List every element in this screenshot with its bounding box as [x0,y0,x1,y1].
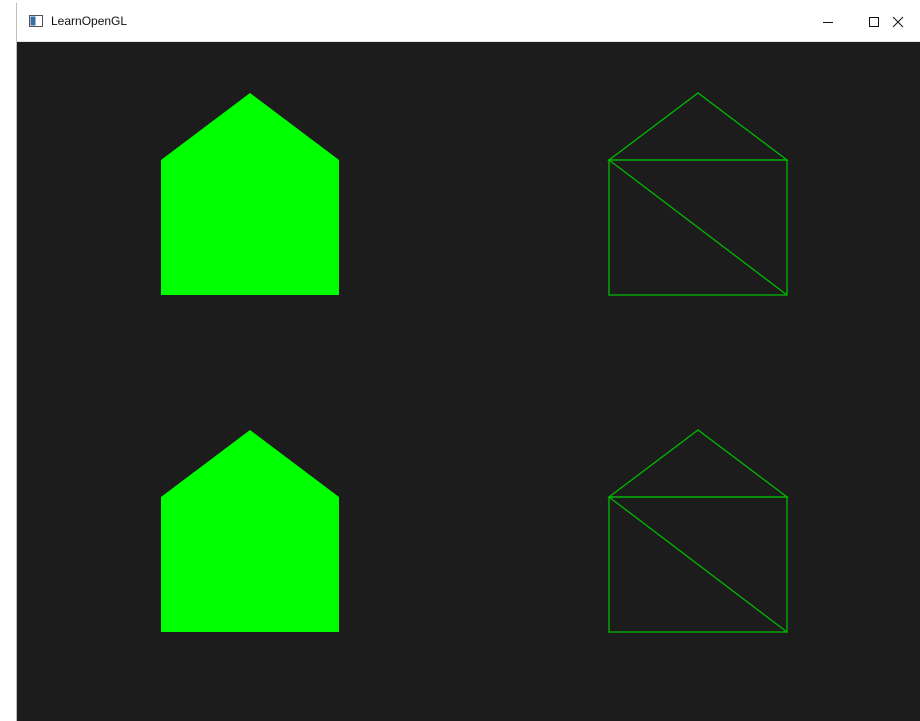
minimize-icon [822,16,834,28]
title-bar[interactable]: LearnOpenGL [17,3,920,42]
learnopengl-window: LearnOpenGL [16,3,920,721]
close-icon [892,16,904,28]
desktop-edge [0,0,16,721]
viewport-background [17,42,920,721]
window-app-icon[interactable] [29,14,43,27]
window-title: LearnOpenGL [51,14,128,28]
opengl-viewport [17,42,920,721]
minimize-button[interactable] [805,3,851,41]
close-button[interactable] [875,3,920,41]
